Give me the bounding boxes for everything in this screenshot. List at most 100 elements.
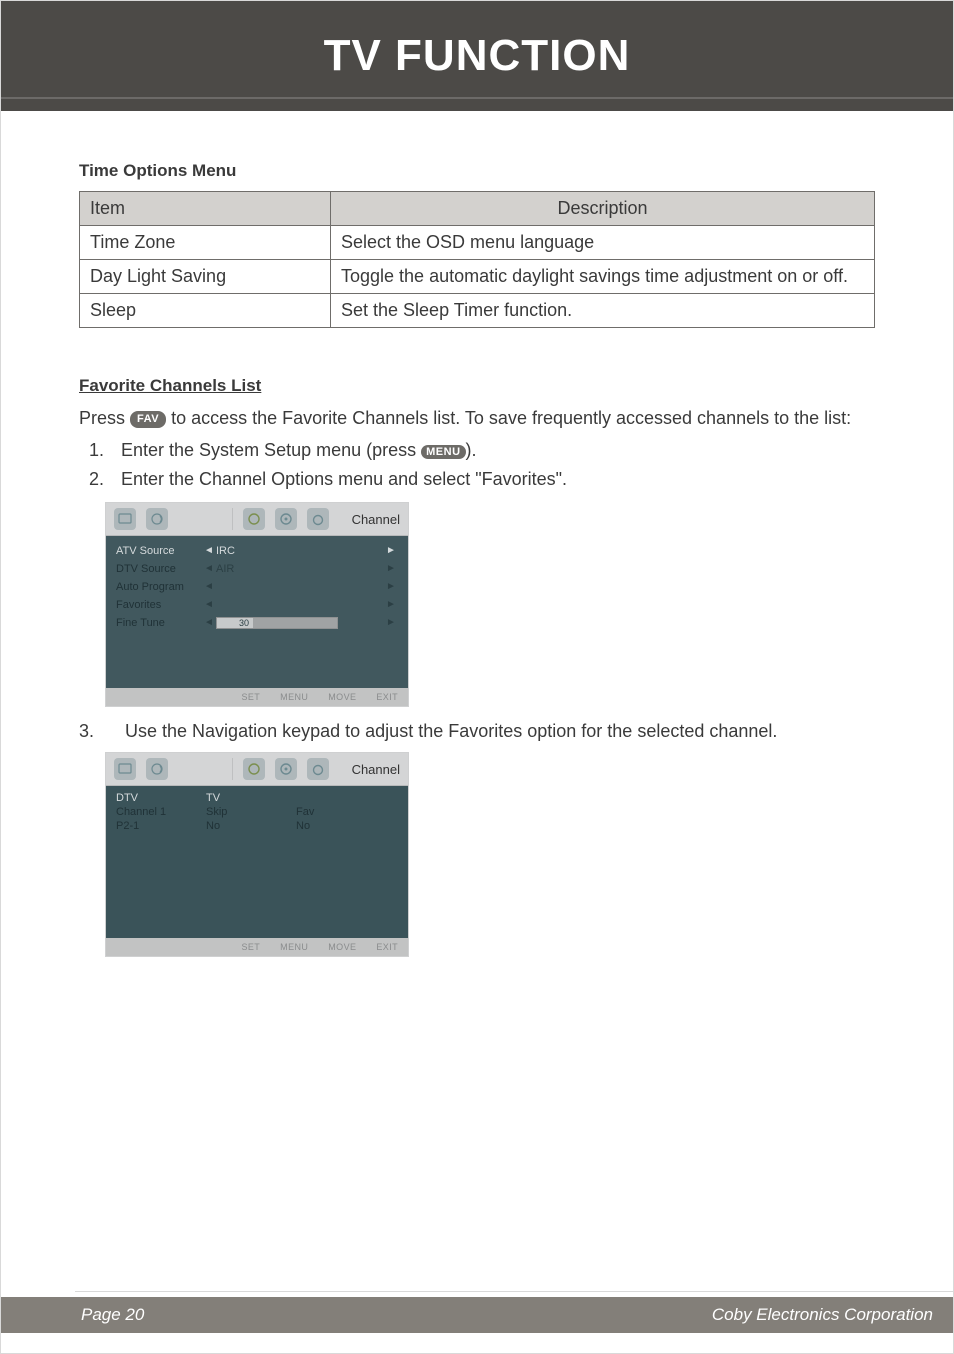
list-item: Enter the Channel Options menu and selec…	[109, 469, 875, 490]
right-arrow-icon: ►	[386, 600, 398, 610]
osd-grid: DTV TV Channel 1 Skip Fav P2-1 No No	[116, 792, 398, 832]
osd-row-value: AIR	[216, 563, 386, 575]
osd-row: ATV Source ◄ IRC ►	[116, 542, 398, 560]
osd-channel-menu-2: Channel DTV TV Channel 1 Skip Fav P2-1 N…	[105, 752, 409, 957]
right-arrow-icon: ►	[386, 618, 398, 628]
osd-cell: Skip	[206, 806, 296, 818]
osd-row-value: IRC	[216, 545, 386, 557]
fav-button-icon: FAV	[130, 411, 166, 428]
osd-cell: No	[296, 820, 376, 832]
table-head-description: Description	[331, 192, 875, 226]
step-3: 3. Use the Navigation keypad to adjust t…	[79, 721, 875, 742]
page-footer: Page 20 Coby Electronics Corporation	[1, 1297, 953, 1333]
table-row: Sleep Set the Sleep Timer function.	[80, 294, 875, 328]
osd-cell	[296, 792, 376, 804]
osd-tab-title: Channel	[352, 512, 400, 527]
row-item: Time Zone	[80, 226, 331, 260]
picture-tab-icon	[114, 508, 136, 530]
osd-row-label: Favorites	[116, 599, 204, 611]
page: TV FUNCTION Time Options Menu Item Descr…	[0, 0, 954, 1354]
press-fav-paragraph: Press FAV to access the Favorite Channel…	[79, 406, 875, 430]
document-title: TV FUNCTION	[324, 31, 631, 81]
osd-row-label: ATV Source	[116, 545, 204, 557]
osd-footer-label: EXIT	[376, 692, 398, 702]
text: Press	[79, 408, 130, 428]
header-rule	[1, 97, 953, 99]
osd-cell: Channel 1	[116, 806, 206, 818]
row-item: Sleep	[80, 294, 331, 328]
right-arrow-icon: ►	[386, 546, 398, 556]
text: Enter the System Setup menu (press	[121, 440, 421, 460]
osd-body: ATV Source ◄ IRC ► DTV Source ◄ AIR ► Au…	[106, 536, 408, 688]
channel-tab-icon	[307, 508, 329, 530]
osd-row: Auto Program ◄ ►	[116, 578, 398, 596]
tab-separator	[232, 508, 233, 530]
audio-tab-icon	[146, 508, 168, 530]
osd-row: DTV Source ◄ AIR ►	[116, 560, 398, 578]
time-options-table: Item Description Time Zone Select the OS…	[79, 191, 875, 328]
osd-footer-label: SET	[241, 692, 260, 702]
osd-row-fine-tune: Fine Tune ◄ 30 ►	[116, 614, 398, 632]
list-item: Enter the System Setup menu (press MENU)…	[109, 440, 875, 461]
table-head-item: Item	[80, 192, 331, 226]
step-number: 3.	[79, 721, 105, 742]
tab-separator	[232, 758, 233, 780]
left-arrow-icon: ◄	[204, 582, 216, 592]
page-number: Page 20	[81, 1305, 144, 1325]
row-desc: Set the Sleep Timer function.	[331, 294, 875, 328]
osd-tabbar: Channel	[106, 753, 408, 786]
table-row: Time Zone Select the OSD menu language	[80, 226, 875, 260]
text: Enter the Channel Options menu and selec…	[121, 469, 567, 489]
menu-button-icon: MENU	[421, 445, 465, 459]
osd-cell: TV	[206, 792, 296, 804]
fine-tune-slider: 30	[216, 617, 386, 629]
steps-list: Enter the System Setup menu (press MENU)…	[79, 440, 875, 490]
osd-row: Favorites ◄ ►	[116, 596, 398, 614]
osd-footer: SET MENU MOVE EXIT	[106, 938, 408, 956]
document-header: TV FUNCTION	[1, 1, 953, 111]
osd-cell: P2-1	[116, 820, 206, 832]
row-desc: Toggle the automatic daylight savings ti…	[331, 260, 875, 294]
osd-footer-label: MOVE	[328, 942, 356, 952]
osd-tabbar: Channel	[106, 503, 408, 536]
favorite-channels-heading: Favorite Channels List	[79, 376, 875, 396]
left-arrow-icon: ◄	[204, 600, 216, 610]
osd-footer-label: EXIT	[376, 942, 398, 952]
step-text: Use the Navigation keypad to adjust the …	[125, 721, 777, 741]
osd-cell: Fav	[296, 806, 376, 818]
audio-tab-icon	[146, 758, 168, 780]
osd-channel-menu-1: Channel ATV Source ◄ IRC ► DTV Source ◄ …	[105, 502, 409, 707]
channel-tab-icon	[307, 758, 329, 780]
setup-tab-icon	[275, 508, 297, 530]
left-arrow-icon: ◄	[204, 564, 216, 574]
osd-row-label: Fine Tune	[116, 617, 204, 629]
text: ).	[466, 440, 477, 460]
setup-tab-icon	[275, 758, 297, 780]
osd-footer-label: MOVE	[328, 692, 356, 702]
osd-row-label: Auto Program	[116, 581, 204, 593]
right-arrow-icon: ►	[386, 582, 398, 592]
row-desc: Select the OSD menu language	[331, 226, 875, 260]
osd-footer-label: MENU	[280, 692, 308, 702]
time-tab-icon	[243, 758, 265, 780]
osd-footer-label: SET	[241, 942, 260, 952]
row-item: Day Light Saving	[80, 260, 331, 294]
osd-footer: SET MENU MOVE EXIT	[106, 688, 408, 706]
osd-cell: DTV	[116, 792, 206, 804]
left-arrow-icon: ◄	[204, 618, 216, 628]
osd-tab-title: Channel	[352, 762, 400, 777]
text: to access the Favorite Channels list. To…	[171, 408, 851, 428]
left-arrow-icon: ◄	[204, 546, 216, 556]
osd-row-label: DTV Source	[116, 563, 204, 575]
content-area: Time Options Menu Item Description Time …	[1, 111, 953, 957]
slider-value: 30	[239, 618, 249, 628]
time-tab-icon	[243, 508, 265, 530]
osd-cell: No	[206, 820, 296, 832]
picture-tab-icon	[114, 758, 136, 780]
time-options-heading: Time Options Menu	[79, 161, 875, 181]
osd-body: DTV TV Channel 1 Skip Fav P2-1 No No	[106, 786, 408, 938]
company-name: Coby Electronics Corporation	[712, 1305, 933, 1325]
table-row: Day Light Saving Toggle the automatic da…	[80, 260, 875, 294]
osd-footer-label: MENU	[280, 942, 308, 952]
right-arrow-icon: ►	[386, 564, 398, 574]
